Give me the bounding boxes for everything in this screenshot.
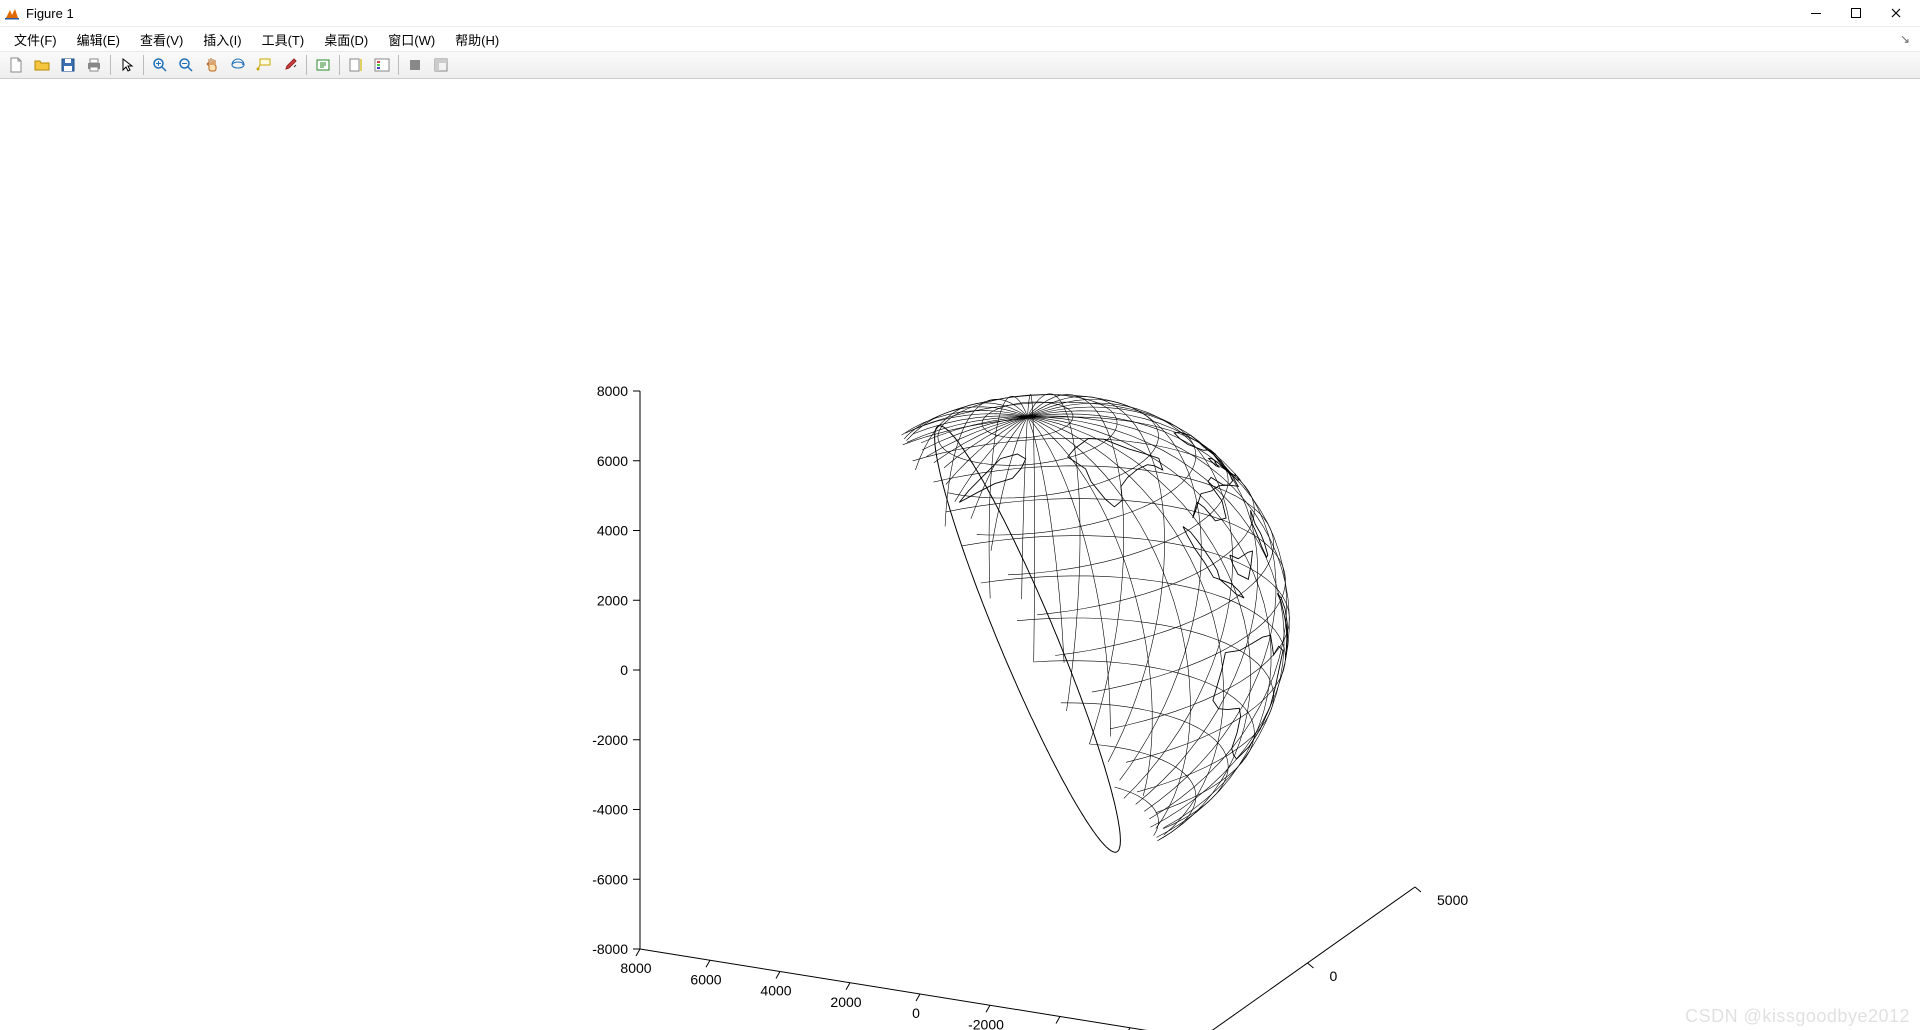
z-tick-label: 2000: [597, 592, 628, 608]
toolbar-separator: [306, 55, 307, 75]
y-tick-label: 5000: [1437, 892, 1468, 908]
axes-3d[interactable]: -8000 -6000 -4000 -2000 0 2000 4000 6000 8000 80…: [0, 79, 1920, 1030]
new-file-icon: [8, 57, 24, 73]
menu-insert[interactable]: 插入(I): [193, 28, 251, 51]
zoom-in-icon: [152, 57, 168, 73]
print-icon: [86, 57, 102, 73]
z-tick-label: 0: [620, 662, 628, 678]
titlebar: Figure 1: [0, 0, 1920, 27]
rotate3d-button[interactable]: [226, 53, 250, 77]
menu-edit[interactable]: 编辑(E): [67, 28, 130, 51]
watermark: CSDN @kissgoodbye2012: [1685, 1006, 1910, 1027]
dock-icon: [433, 57, 449, 73]
app-icon: [4, 5, 20, 21]
insert-colorbar-icon: [348, 57, 364, 73]
z-tick-label: 4000: [597, 523, 628, 539]
insert-legend-icon: [374, 57, 390, 73]
legend-button[interactable]: [370, 53, 394, 77]
minimize-button[interactable]: [1796, 0, 1836, 26]
open-button[interactable]: [30, 53, 54, 77]
save-button[interactable]: [56, 53, 80, 77]
menu-help[interactable]: 帮助(H): [445, 28, 509, 51]
z-tick-label: -8000: [592, 941, 628, 957]
x-tick-label: 2000: [830, 994, 861, 1010]
menubar-corner-icon[interactable]: ↘: [1900, 32, 1916, 46]
z-tick-label: -6000: [592, 871, 628, 887]
z-tick-label: 6000: [597, 453, 628, 469]
data-cursor-button[interactable]: [252, 53, 276, 77]
toolbar: [0, 52, 1920, 79]
link-button[interactable]: [311, 53, 335, 77]
zoom-in-button[interactable]: [148, 53, 172, 77]
pointer-button[interactable]: [115, 53, 139, 77]
x-tick-label: -2000: [968, 1016, 1004, 1030]
print-button[interactable]: [82, 53, 106, 77]
open-folder-icon: [34, 57, 50, 73]
data-cursor-icon: [256, 57, 272, 73]
z-tick-label: 8000: [597, 383, 628, 399]
menubar: 文件(F) 编辑(E) 查看(V) 插入(I) 工具(T) 桌面(D) 窗口(W…: [0, 27, 1920, 52]
x-tick-label: 0: [912, 1005, 920, 1021]
hide-plot-tools-button[interactable]: [403, 53, 427, 77]
zoom-out-button[interactable]: [174, 53, 198, 77]
pan-button[interactable]: [200, 53, 224, 77]
pointer-icon: [119, 57, 135, 73]
figure-canvas[interactable]: -8000 -6000 -4000 -2000 0 2000 4000 6000 8000 80…: [0, 79, 1920, 1030]
toolbar-separator: [339, 55, 340, 75]
menu-view[interactable]: 查看(V): [130, 28, 193, 51]
colorbar-button[interactable]: [344, 53, 368, 77]
save-icon: [60, 57, 76, 73]
stop-icon: [407, 57, 423, 73]
z-tick-label: -2000: [592, 732, 628, 748]
close-icon: [1890, 7, 1902, 19]
maximize-button[interactable]: [1836, 0, 1876, 26]
toolbar-separator: [143, 55, 144, 75]
menu-file[interactable]: 文件(F): [4, 28, 67, 51]
menu-window[interactable]: 窗口(W): [378, 28, 445, 51]
minimize-icon: [1810, 7, 1822, 19]
menu-desktop[interactable]: 桌面(D): [314, 28, 378, 51]
close-button[interactable]: [1876, 0, 1916, 26]
x-tick-label: 4000: [760, 983, 791, 999]
y-tick-label: 0: [1330, 968, 1338, 984]
menu-tools[interactable]: 工具(T): [252, 28, 315, 51]
x-tick-label: 6000: [690, 971, 721, 987]
link-icon: [315, 57, 331, 73]
new-file-button[interactable]: [4, 53, 28, 77]
x-tick-label: 8000: [620, 960, 651, 976]
toolbar-separator: [110, 55, 111, 75]
z-tick-label: -4000: [592, 802, 628, 818]
pan-icon: [204, 57, 220, 73]
rotate3d-icon: [230, 57, 246, 73]
zoom-out-icon: [178, 57, 194, 73]
window-title: Figure 1: [26, 6, 74, 21]
maximize-icon: [1850, 7, 1862, 19]
show-plot-tools-button[interactable]: [429, 53, 453, 77]
brush-button[interactable]: [278, 53, 302, 77]
brush-icon: [282, 57, 298, 73]
toolbar-separator: [398, 55, 399, 75]
